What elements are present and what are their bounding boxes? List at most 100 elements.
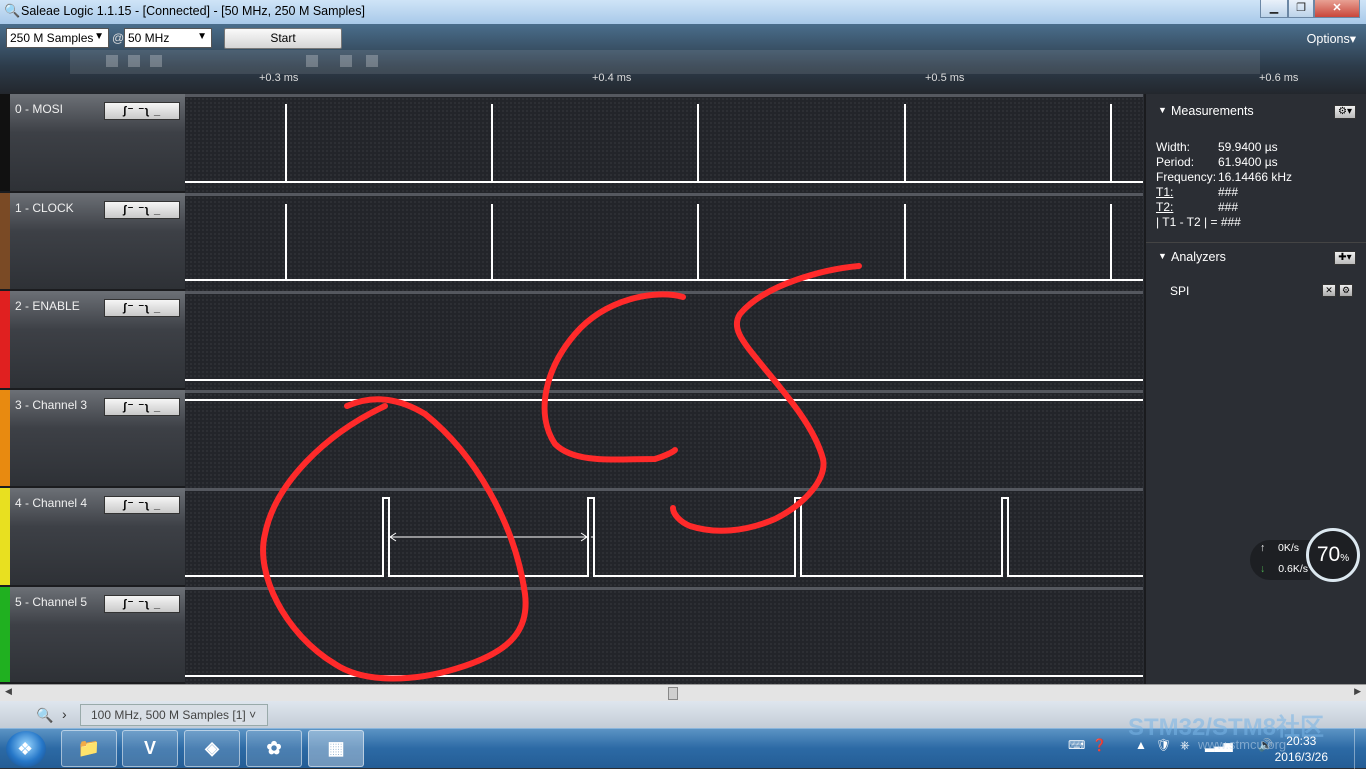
measurement-value: 59.9400 µs: [1218, 140, 1278, 154]
magnifier-app-icon: 🔍: [4, 3, 21, 18]
scroll-right-icon[interactable]: ▶: [1354, 686, 1361, 697]
measurement-row: T1: ###: [1156, 185, 1238, 199]
system-clock[interactable]: 20:33 2016/3/26: [1275, 733, 1328, 765]
measurement-value: ###: [1218, 200, 1239, 214]
side-panel: ▼ Measurements ⚙▾ Width: 59.9400 µs Perio…: [1144, 94, 1366, 684]
trigger-button[interactable]: ʃ⁻ ⁻ʅ _: [104, 102, 180, 120]
chevron-down-icon: ▼: [197, 31, 207, 42]
toolbar: 250 M Samples ▼ @ 50 MHz ▼ Start Options…: [0, 24, 1366, 94]
gear-icon[interactable]: ⚙: [1339, 284, 1353, 297]
analyzers-header[interactable]: ▼ Analyzers ✚▾: [1146, 242, 1366, 272]
channel-row-3[interactable]: 3 - Channel 3 ʃ⁻ ⁻ʅ _: [0, 390, 185, 488]
measurement-value: ###: [1218, 185, 1239, 199]
scroll-thumb[interactable]: [668, 687, 678, 700]
mosi-waveform: [185, 104, 1143, 183]
collapse-triangle-icon[interactable]: ▼: [1158, 251, 1167, 261]
maximize-button[interactable]: ❐: [1288, 0, 1314, 18]
measurement-value: 61.9400 µs: [1218, 155, 1278, 169]
channel-color-bar: [0, 587, 10, 682]
cpu-percent-unit: %: [1340, 553, 1350, 564]
window-title: Saleae Logic 1.1.15 - [Connected] - [50 …: [21, 4, 365, 18]
measurement-row: Frequency: 16.14466 kHz: [1156, 170, 1292, 184]
background-window-ghost: [70, 50, 1260, 74]
windows-start-button[interactable]: ❖: [6, 731, 46, 767]
measurements-header[interactable]: ▼ Measurements ⚙▾: [1146, 97, 1366, 127]
file-explorer-taskbar-icon[interactable]: 📁: [61, 730, 117, 767]
show-desktop-button[interactable]: [1354, 729, 1366, 769]
ghost-icon: [340, 55, 352, 67]
help-icon[interactable]: ❓: [1092, 738, 1107, 752]
channel-row-5[interactable]: 5 - Channel 5 ʃ⁻ ⁻ʅ _: [0, 587, 185, 684]
search-icon[interactable]: 🔍: [36, 707, 53, 724]
channel-name: 3 - Channel 3: [15, 398, 88, 412]
download-speed: 0.6K/s: [1278, 563, 1308, 575]
width-measure-arrow: [389, 532, 594, 542]
minimize-button[interactable]: ▁: [1260, 0, 1288, 18]
uc-browser-taskbar-icon[interactable]: ✿: [246, 730, 302, 767]
at-label: @: [112, 31, 125, 45]
upload-arrow-icon: ↑: [1260, 542, 1266, 554]
collapse-triangle-icon[interactable]: ▼: [1158, 105, 1167, 115]
channel-row-2[interactable]: 2 - ENABLE ʃ⁻ ⁻ʅ _: [0, 291, 185, 390]
measurement-row: | T1 - T2 | = ###: [1156, 215, 1241, 229]
channel-row-0[interactable]: 0 - MOSI ʃ⁻ ⁻ʅ _: [0, 94, 185, 193]
channel4-waveform: [185, 497, 1143, 577]
ghost-icon: [366, 55, 378, 67]
close-icon[interactable]: ✕: [1322, 284, 1336, 297]
t1-link[interactable]: T1:: [1156, 185, 1218, 199]
trigger-button[interactable]: ʃ⁻ ⁻ʅ _: [104, 398, 180, 416]
channel-name: 2 - ENABLE: [15, 299, 80, 313]
chevron-down-icon: ▼: [94, 31, 104, 42]
trigger-button[interactable]: ʃ⁻ ⁻ʅ _: [104, 496, 180, 514]
measurement-value: ###: [1220, 215, 1241, 229]
samples-select[interactable]: 250 M Samples ▼: [6, 28, 109, 48]
rate-select[interactable]: 50 MHz ▼: [124, 28, 212, 48]
start-button[interactable]: Start: [224, 28, 342, 49]
channel-name: 0 - MOSI: [15, 102, 64, 116]
close-button[interactable]: ✕: [1314, 0, 1360, 18]
trigger-button[interactable]: ʃ⁻ ⁻ʅ _: [104, 299, 180, 317]
waveform-canvas: [185, 104, 1143, 682]
channel-color-bar: [0, 193, 10, 289]
keyboard-icon[interactable]: ⌨: [1068, 738, 1085, 752]
title-bar: 🔍 Saleae Logic 1.1.15 - [Connected] - [5…: [0, 0, 1366, 24]
upload-speed: 0K/s: [1278, 542, 1300, 554]
windows-logo-icon: ❖: [17, 739, 34, 759]
add-analyzer-icon[interactable]: ✚▾: [1334, 251, 1356, 265]
options-menu[interactable]: Options▾: [1307, 31, 1356, 46]
trigger-button[interactable]: ʃ⁻ ⁻ʅ _: [104, 595, 180, 613]
channel-name: 5 - Channel 5: [15, 595, 88, 609]
time-tick: +0.3 ms: [259, 72, 299, 84]
analyzer-item-spi[interactable]: SPI: [1170, 284, 1189, 298]
channel-color-bar: [0, 390, 10, 486]
clock-date: 2016/3/26: [1274, 750, 1328, 764]
channel-color-bar: [0, 291, 10, 388]
horizontal-scrollbar[interactable]: ◀ ▶: [0, 684, 1366, 701]
ghost-icon: [106, 55, 118, 67]
cpu-percent-ring: 70%: [1306, 528, 1360, 582]
samples-value: 250 M Samples: [10, 31, 94, 45]
t2-link[interactable]: T2:: [1156, 200, 1218, 214]
windows-taskbar: ❖ 📁 V ◈ ✿ ▦ ⌨ ❓ ▲ 🛡 ⎈ ▂▃▅ 🔊 STM32/STM8社区…: [0, 714, 1366, 769]
scroll-left-icon[interactable]: ◀: [5, 686, 12, 697]
trigger-button[interactable]: ʃ⁻ ⁻ʅ _: [104, 201, 180, 219]
chevron-right-icon[interactable]: ›: [62, 706, 67, 722]
time-tick: +0.5 ms: [925, 72, 965, 84]
capture-tab[interactable]: 100 MHz, 500 M Samples [1] ˅: [80, 704, 268, 726]
channel-row-1[interactable]: 1 - CLOCK ʃ⁻ ⁻ʅ _: [0, 193, 185, 291]
rate-value: 50 MHz: [128, 31, 170, 45]
ghost-icon: [150, 55, 162, 67]
visual-studio-taskbar-icon[interactable]: V: [122, 730, 178, 767]
saleae-logic-taskbar-icon[interactable]: ▦: [308, 730, 364, 767]
channel-color-bar: [0, 94, 10, 191]
channel-name: 4 - Channel 4: [15, 496, 88, 510]
measurement-row: Width: 59.9400 µs: [1156, 140, 1278, 154]
network-speed-widget[interactable]: ↑ 0K/s ↓ 0.6K/s 70%: [1250, 528, 1362, 582]
measurement-value: 16.14466 kHz: [1218, 170, 1293, 184]
gear-icon[interactable]: ⚙▾: [1334, 105, 1356, 119]
measurement-key: Period:: [1156, 155, 1195, 169]
app-taskbar-icon[interactable]: ◈: [184, 730, 240, 767]
time-tick: +0.4 ms: [592, 72, 632, 84]
channel-row-4[interactable]: 4 - Channel 4 ʃ⁻ ⁻ʅ _: [0, 488, 185, 587]
channel-color-bar: [0, 488, 10, 585]
